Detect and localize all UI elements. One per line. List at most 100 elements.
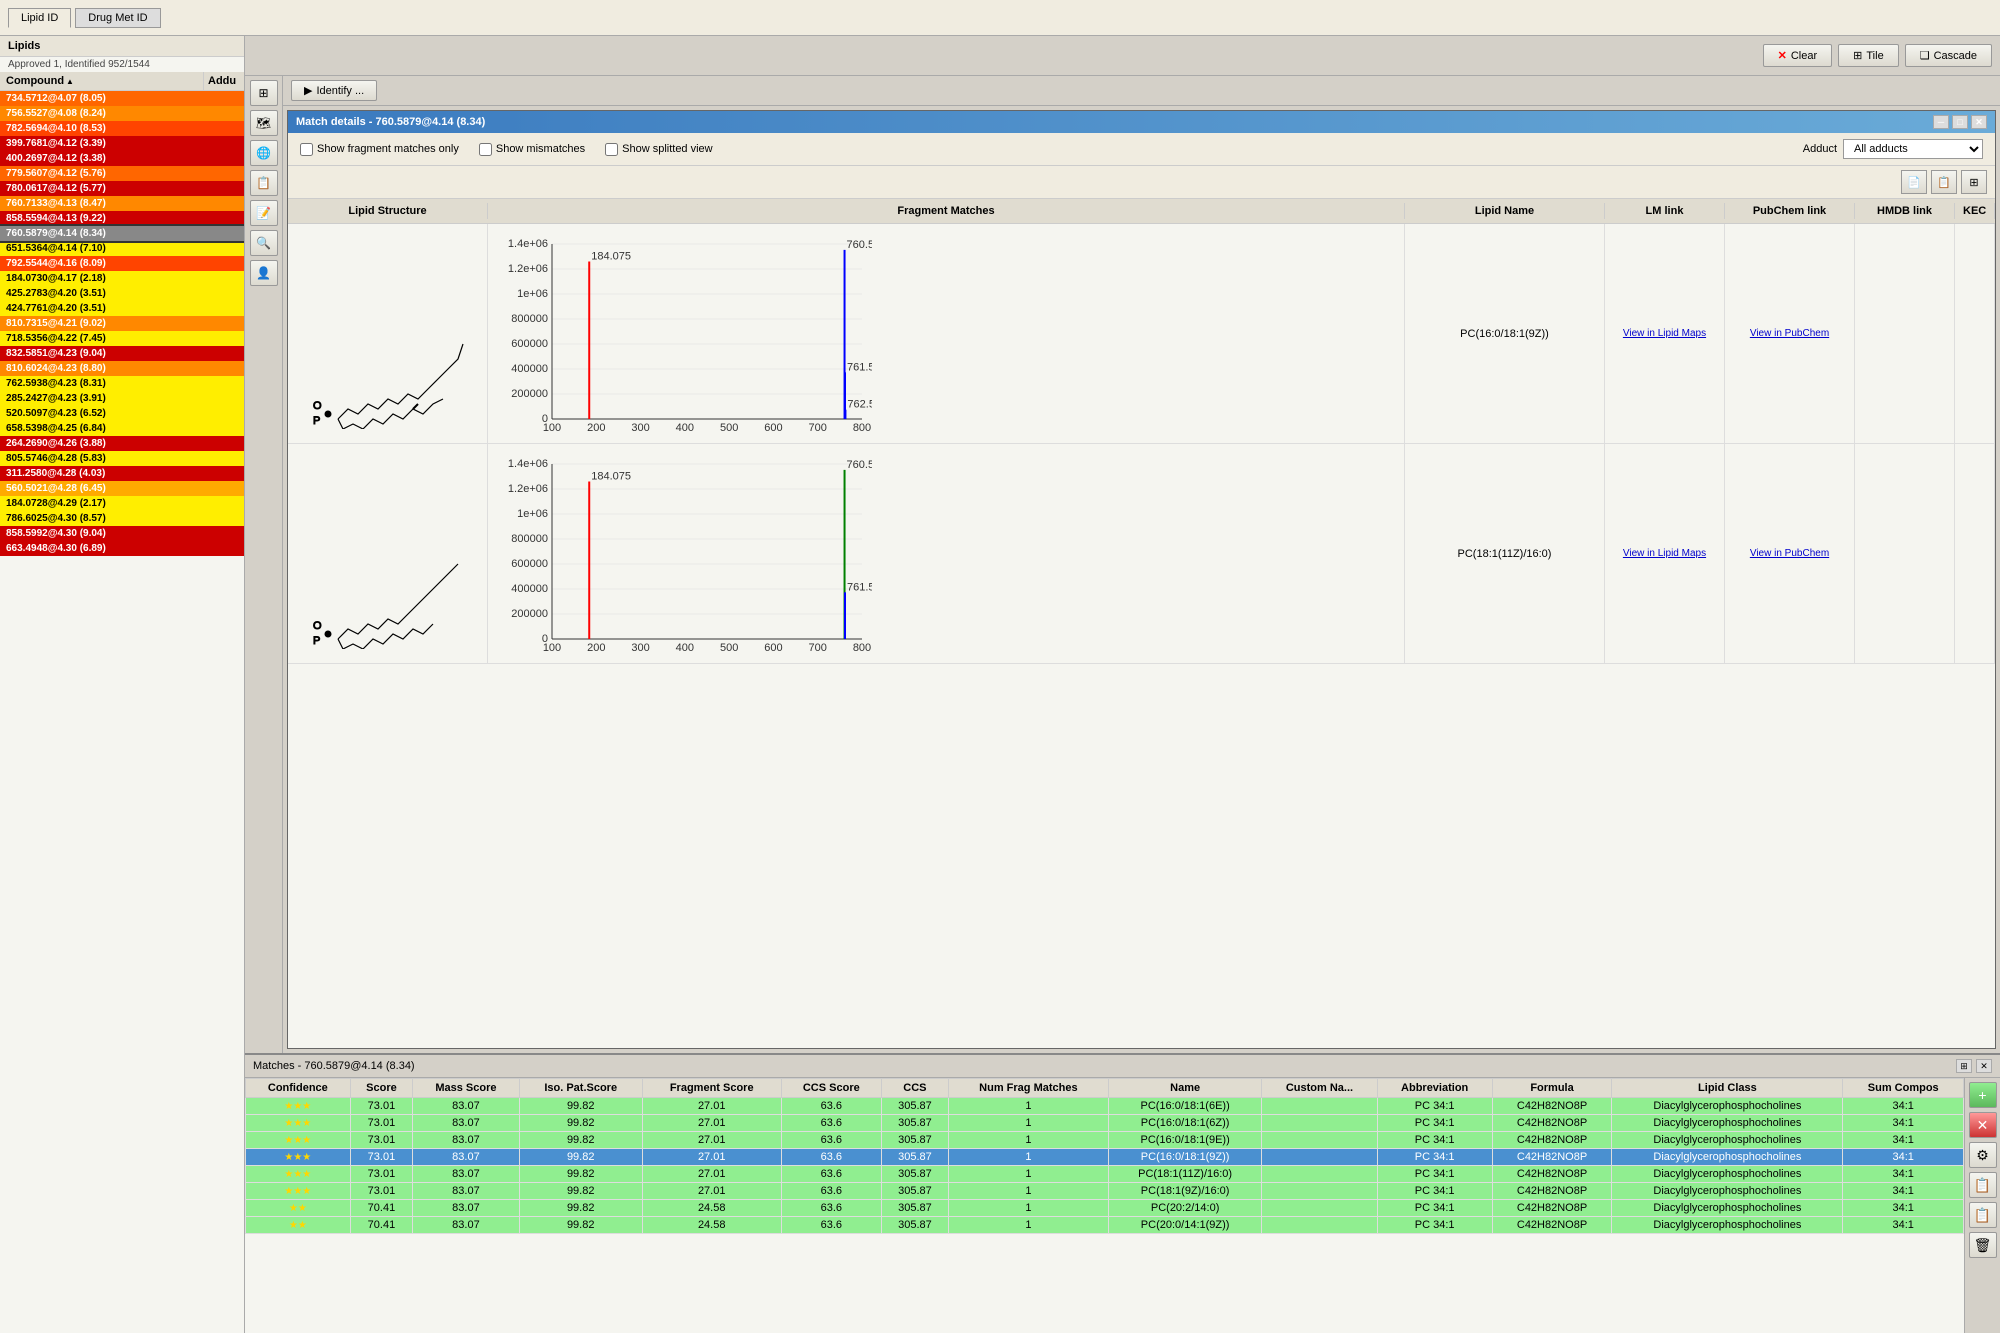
compound-item[interactable]: 264.2690@4.26 (3.88) xyxy=(0,436,244,451)
compound-col-header[interactable]: Compound ▲ xyxy=(0,72,204,90)
compound-item[interactable]: 786.6025@4.30 (8.57) xyxy=(0,511,244,526)
fragment-checkbox-input[interactable] xyxy=(300,143,313,156)
lm-link-cell[interactable]: View in Lipid Maps xyxy=(1605,444,1725,663)
paste-btn[interactable]: 📋 xyxy=(1969,1202,1997,1228)
table-row[interactable]: ★★★73.0183.0799.8227.0163.6305.871PC(18:… xyxy=(246,1183,1964,1200)
compound-item[interactable]: 184.0728@4.29 (2.17) xyxy=(0,496,244,511)
show-fragment-checkbox[interactable]: Show fragment matches only xyxy=(300,143,459,156)
compound-item[interactable]: 560.5021@4.28 (6.45) xyxy=(0,481,244,496)
bottom-scroll-area: ConfidenceScoreMass ScoreIso. Pat.ScoreF… xyxy=(245,1078,2000,1333)
adduct-col-header[interactable]: Addu xyxy=(204,72,244,90)
compound-item[interactable]: 858.5992@4.30 (9.04) xyxy=(0,526,244,541)
compound-item[interactable]: 184.0730@4.17 (2.18) xyxy=(0,271,244,286)
compound-item[interactable]: 810.7315@4.21 (9.02) xyxy=(0,316,244,331)
ccs_score-cell: 63.6 xyxy=(781,1217,881,1234)
compound-item[interactable]: 792.5544@4.16 (8.09) xyxy=(0,256,244,271)
export-icon-btn[interactable]: 📄 xyxy=(1901,170,1927,194)
grid-icon-btn[interactable]: ⊞ xyxy=(250,80,278,106)
abbrev-cell: PC 34:1 xyxy=(1377,1217,1492,1234)
ccs-cell: 305.87 xyxy=(881,1183,948,1200)
column-header: CCS Score xyxy=(781,1079,881,1098)
svg-text:1.2e+06: 1.2e+06 xyxy=(508,263,548,275)
table-icon-btn[interactable]: ⊞ xyxy=(1961,170,1987,194)
compound-item[interactable]: 425.2783@4.20 (3.51) xyxy=(0,286,244,301)
table-row[interactable]: ★★★73.0183.0799.8227.0163.6305.871PC(16:… xyxy=(246,1115,1964,1132)
table-row[interactable]: ★★70.4183.0799.8224.5863.6305.871PC(20:0… xyxy=(246,1217,1964,1234)
compound-item[interactable]: 520.5097@4.23 (6.52) xyxy=(0,406,244,421)
pubchem-link-cell[interactable]: View in PubChem xyxy=(1725,224,1855,443)
compound-list[interactable]: 734.5712@4.07 (8.05)756.5527@4.08 (8.24)… xyxy=(0,91,244,1333)
mass_score-cell: 83.07 xyxy=(413,1200,519,1217)
compound-item[interactable]: 779.5607@4.12 (5.76) xyxy=(0,166,244,181)
delete-btn[interactable]: 🗑 xyxy=(1969,1232,1997,1258)
copy-btn[interactable]: 📋 xyxy=(1969,1172,1997,1198)
svg-text:760.589: 760.589 xyxy=(847,238,872,250)
clear-icon: ✕ xyxy=(1778,49,1787,62)
search-icon-btn[interactable]: 🔍 xyxy=(250,230,278,256)
notes-icon-btn[interactable]: 📝 xyxy=(250,200,278,226)
show-mismatches-checkbox[interactable]: Show mismatches xyxy=(479,143,585,156)
clear-button[interactable]: ✕ Clear xyxy=(1763,44,1833,67)
splitted-checkbox-input[interactable] xyxy=(605,143,618,156)
close-button[interactable]: ✕ xyxy=(1971,115,1987,129)
compound-item[interactable]: 663.4948@4.30 (6.89) xyxy=(0,541,244,556)
add-button[interactable]: + xyxy=(1969,1082,1997,1108)
lipid-structure-svg: O P xyxy=(298,459,478,649)
table-row[interactable]: ★★★73.0183.0799.8227.0163.6305.871PC(16:… xyxy=(246,1149,1964,1166)
score-cell: 73.01 xyxy=(350,1166,413,1183)
minimize-button[interactable]: ─ xyxy=(1933,115,1949,129)
identify-button[interactable]: ▶ Identify ... xyxy=(291,80,377,101)
table-row[interactable]: ★★★73.0183.0799.8227.0163.6305.871PC(18:… xyxy=(246,1166,1964,1183)
compound-item[interactable]: 658.5398@4.25 (6.84) xyxy=(0,421,244,436)
adduct-select[interactable]: All adducts xyxy=(1843,139,1983,159)
globe-icon-btn[interactable]: 🌐 xyxy=(250,140,278,166)
compound-item[interactable]: 734.5712@4.07 (8.05) xyxy=(0,91,244,106)
hmdb-cell xyxy=(1855,444,1955,663)
compound-item[interactable]: 399.7681@4.12 (3.39) xyxy=(0,136,244,151)
compound-item[interactable]: 760.7133@4.13 (8.47) xyxy=(0,196,244,211)
svg-text:400: 400 xyxy=(676,642,694,654)
compound-item[interactable]: 718.5356@4.22 (7.45) xyxy=(0,331,244,346)
mismatches-checkbox-input[interactable] xyxy=(479,143,492,156)
tile-button[interactable]: ⊞ Tile xyxy=(1838,44,1899,67)
compound-item[interactable]: 285.2427@4.23 (3.91) xyxy=(0,391,244,406)
compound-item[interactable]: 762.5938@4.23 (8.31) xyxy=(0,376,244,391)
table-row[interactable]: ★★★73.0183.0799.8227.0163.6305.871PC(16:… xyxy=(246,1098,1964,1115)
sum_comp-cell: 34:1 xyxy=(1843,1149,1964,1166)
compound-item[interactable]: 782.5694@4.10 (8.53) xyxy=(0,121,244,136)
compound-item[interactable]: 311.2580@4.28 (4.03) xyxy=(0,466,244,481)
compound-item[interactable]: 805.5746@4.28 (5.83) xyxy=(0,451,244,466)
compound-item[interactable]: 424.7761@4.20 (3.51) xyxy=(0,301,244,316)
compound-item[interactable]: 858.5594@4.13 (9.22) xyxy=(0,211,244,226)
compound-item[interactable]: 832.5851@4.23 (9.04) xyxy=(0,346,244,361)
compound-item[interactable]: 651.5364@4.14 (7.10) xyxy=(0,241,244,256)
formula-cell: C42H82NO8P xyxy=(1492,1200,1612,1217)
cascade-button[interactable]: ❑ Cascade xyxy=(1905,44,1992,67)
compound-item[interactable]: 400.2697@4.12 (3.38) xyxy=(0,151,244,166)
bottom-expand-btn[interactable]: ⊞ xyxy=(1956,1059,1972,1073)
hmdb-cell xyxy=(1855,224,1955,443)
compound-item[interactable]: 756.5527@4.08 (8.24) xyxy=(0,106,244,121)
clipboard-icon-btn[interactable]: 📋 xyxy=(250,170,278,196)
compound-item[interactable]: 810.6024@4.23 (8.80) xyxy=(0,361,244,376)
remove-button[interactable]: ✕ xyxy=(1969,1112,1997,1138)
compound-item[interactable]: 780.0617@4.12 (5.77) xyxy=(0,181,244,196)
svg-text:600: 600 xyxy=(764,642,782,654)
show-splitted-checkbox[interactable]: Show splitted view xyxy=(605,143,713,156)
table-row[interactable]: ★★70.4183.0799.8224.5863.6305.871PC(20:2… xyxy=(246,1200,1964,1217)
copy-icon-btn[interactable]: 📋 xyxy=(1931,170,1957,194)
num_frag-cell: 1 xyxy=(948,1183,1108,1200)
map-icon-btn[interactable]: 🗺 xyxy=(250,110,278,136)
tab-drug-met-id[interactable]: Drug Met ID xyxy=(75,8,160,28)
maximize-button[interactable]: □ xyxy=(1952,115,1968,129)
lm-link-cell[interactable]: View in Lipid Maps xyxy=(1605,224,1725,443)
bottom-table-container[interactable]: ConfidenceScoreMass ScoreIso. Pat.ScoreF… xyxy=(245,1078,1964,1333)
bottom-close-btn[interactable]: ✕ xyxy=(1976,1059,1992,1073)
sum_comp-cell: 34:1 xyxy=(1843,1166,1964,1183)
settings-button[interactable]: ⚙ xyxy=(1969,1142,1997,1168)
pubchem-link-cell[interactable]: View in PubChem xyxy=(1725,444,1855,663)
tab-lipid-id[interactable]: Lipid ID xyxy=(8,8,71,28)
table-row[interactable]: ★★★73.0183.0799.8227.0163.6305.871PC(16:… xyxy=(246,1132,1964,1149)
user-icon-btn[interactable]: 👤 xyxy=(250,260,278,286)
compound-item[interactable]: 760.5879@4.14 (8.34) xyxy=(0,226,244,241)
